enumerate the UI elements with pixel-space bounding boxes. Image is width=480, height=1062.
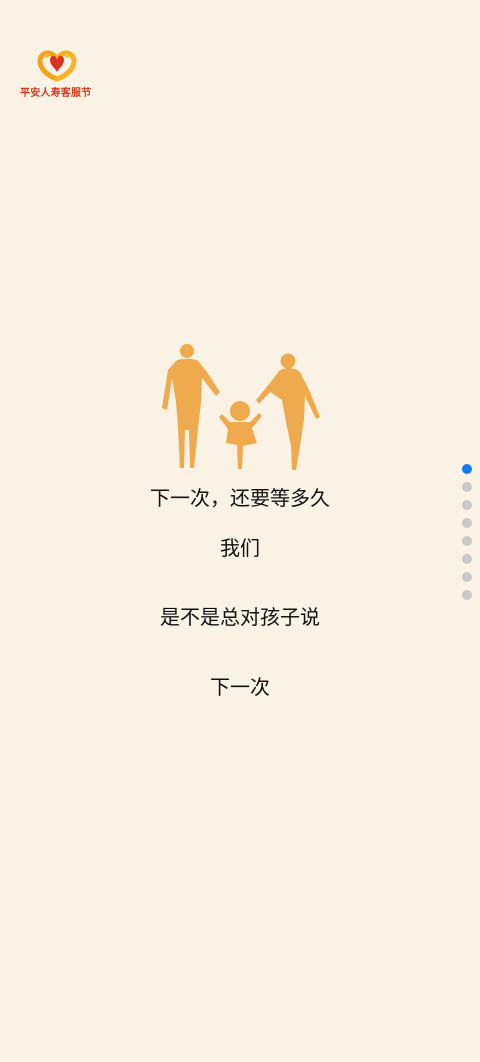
page-dot-1[interactable]	[462, 464, 472, 474]
heart-logo-icon	[37, 50, 77, 82]
story-line-1: 下一次，还要等多久	[150, 486, 330, 510]
page-dot-3[interactable]	[462, 500, 472, 510]
page-indicator	[462, 464, 472, 608]
page-dot-8[interactable]	[462, 590, 472, 600]
page-dot-6[interactable]	[462, 554, 472, 564]
page-dot-7[interactable]	[462, 572, 472, 582]
brand-name: 平安人寿客服节	[20, 88, 92, 99]
brand-logo: 平安人寿客服节	[18, 48, 98, 104]
page-dot-2[interactable]	[462, 482, 472, 492]
story-line-4: 下一次	[210, 675, 270, 699]
story-line-2: 我们	[220, 536, 260, 560]
page-dot-5[interactable]	[462, 536, 472, 546]
family-illustration	[162, 344, 320, 470]
story-line-3: 是不是总对孩子说	[160, 605, 320, 629]
page-dot-4[interactable]	[462, 518, 472, 528]
